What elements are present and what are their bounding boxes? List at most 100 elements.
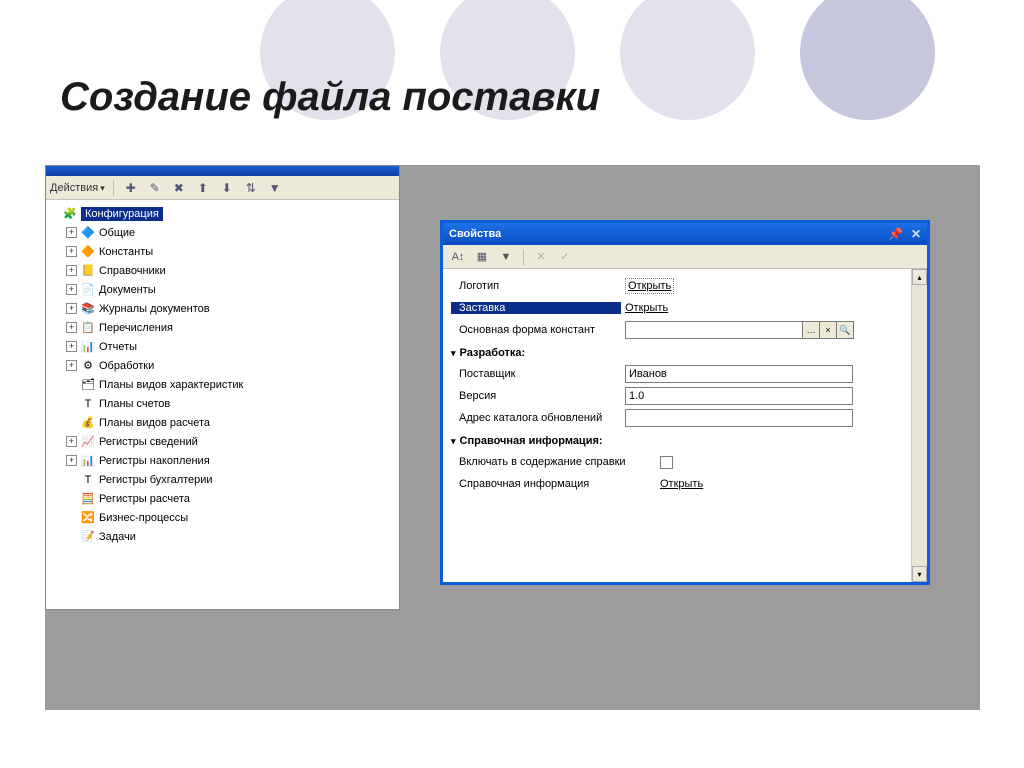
categorize-icon[interactable]: ▦ [473, 248, 491, 266]
tree-item[interactable]: +📄Документы [48, 280, 397, 299]
edit-icon[interactable]: ✎ [146, 179, 164, 197]
apply-icon: ✓ [556, 248, 574, 266]
prop-label: Справочная информация [451, 478, 656, 490]
tree-item[interactable]: 📝Задачи [48, 527, 397, 546]
scroll-up[interactable]: ▴ [912, 269, 927, 285]
tree-item[interactable]: +📊Регистры накопления [48, 451, 397, 470]
tree-item-label: Перечисления [99, 322, 173, 334]
config-tree: 🧩 Конфигурация +🔷Общие+🔶Константы+📒Справ… [46, 200, 399, 550]
include-help-checkbox[interactable] [660, 456, 673, 469]
up-icon[interactable]: ⬆ [194, 179, 212, 197]
lookup-button[interactable]: 🔍 [836, 321, 854, 339]
open-link[interactable]: Открыть [625, 278, 674, 294]
tree-item-label: Справочники [99, 265, 166, 277]
configuration-panel: Действия ✚ ✎ ✖ ⬆ ⬇ ⇅ ▼ 🧩 Конфигурация +🔷… [45, 165, 400, 610]
down-icon[interactable]: ⬇ [218, 179, 236, 197]
catalog-input[interactable] [625, 409, 853, 427]
tree-item[interactable]: +📊Отчеты [48, 337, 397, 356]
filter-icon[interactable]: ▼ [497, 248, 515, 266]
expander-icon[interactable]: + [66, 227, 77, 238]
browse-button[interactable]: … [802, 321, 820, 339]
tree-item[interactable]: +📈Регистры сведений [48, 432, 397, 451]
tree-item-icon: 📊 [80, 339, 96, 355]
prop-row-version: Версия [451, 385, 903, 407]
tree-item[interactable]: +📋Перечисления [48, 318, 397, 337]
config-icon: 🧩 [62, 206, 78, 222]
tree-root[interactable]: 🧩 Конфигурация [48, 204, 397, 223]
constform-input[interactable] [625, 321, 803, 339]
prop-row-supplier: Поставщик [451, 363, 903, 385]
tree-item-label: Общие [99, 227, 135, 239]
tree-item[interactable]: +🔷Общие [48, 223, 397, 242]
tree-item[interactable]: +📚Журналы документов [48, 299, 397, 318]
section-label: Справочная информация: [460, 435, 603, 447]
filter-icon[interactable]: ▼ [266, 179, 284, 197]
sort-alpha-icon[interactable]: A↕ [449, 248, 467, 266]
expander-icon[interactable]: + [66, 265, 77, 276]
tree-item-label: Регистры сведений [99, 436, 198, 448]
prop-row-constform: Основная форма констант … × 🔍 [451, 319, 903, 341]
tree-item[interactable]: ТПланы счетов [48, 394, 397, 413]
actions-menu[interactable]: Действия [50, 182, 105, 194]
tree-item[interactable]: +📒Справочники [48, 261, 397, 280]
expander-icon[interactable]: + [66, 341, 77, 352]
expander-icon[interactable]: + [66, 284, 77, 295]
tree-item[interactable]: +⚙Обработки [48, 356, 397, 375]
tree-item-label: Журналы документов [99, 303, 210, 315]
tree-item[interactable]: 🔀Бизнес-процессы [48, 508, 397, 527]
tree-item-icon: 📒 [80, 263, 96, 279]
decorative-circle [800, 0, 935, 120]
open-link[interactable]: Открыть [625, 302, 668, 314]
section-help[interactable]: ▾ Справочная информация: [451, 431, 903, 451]
separator [523, 249, 524, 265]
screenshot-area: Действия ✚ ✎ ✖ ⬆ ⬇ ⇅ ▼ 🧩 Конфигурация +🔷… [45, 165, 980, 710]
sort-icon[interactable]: ⇅ [242, 179, 260, 197]
pin-icon[interactable]: 📌 [888, 227, 903, 241]
tree-item-label: Константы [99, 246, 153, 258]
expander-icon[interactable]: + [66, 303, 77, 314]
tree-item-label: Планы видов расчета [99, 417, 210, 429]
expander-icon[interactable]: + [66, 455, 77, 466]
section-label: Разработка: [460, 347, 526, 359]
tree-item-label: Планы счетов [99, 398, 170, 410]
tree-item[interactable]: 🧮Регистры расчета [48, 489, 397, 508]
scrollbar[interactable]: ▴ ▾ [911, 269, 927, 582]
tree-item-label: Регистры накопления [99, 455, 210, 467]
chevron-down-icon: ▾ [451, 436, 456, 447]
tree-item-label: Задачи [99, 531, 136, 543]
close-icon[interactable]: ✕ [911, 227, 921, 241]
tree-item[interactable]: +🔶Константы [48, 242, 397, 261]
slide-title: Создание файла поставки [60, 75, 600, 120]
expander-icon[interactable]: + [66, 360, 77, 371]
expander-icon[interactable]: + [66, 436, 77, 447]
tree-item-icon: 📋 [80, 320, 96, 336]
tree-item-icon: 📈 [80, 434, 96, 450]
tree-item-label: Документы [99, 284, 156, 296]
prop-label: Адрес каталога обновлений [451, 412, 621, 424]
add-icon[interactable]: ✚ [122, 179, 140, 197]
open-link[interactable]: Открыть [660, 478, 703, 490]
prop-row-help-info: Справочная информация Открыть [451, 473, 903, 495]
tree-item[interactable]: ТРегистры бухгалтерии [48, 470, 397, 489]
tree-item-label: Обработки [99, 360, 154, 372]
expander-icon[interactable]: + [66, 246, 77, 257]
properties-content: Логотип Открыть Заставка Открыть Основна… [443, 269, 911, 582]
tree-item-icon: 📝 [80, 529, 96, 545]
tree-item-icon: 🧮 [80, 491, 96, 507]
section-development[interactable]: ▾ Разработка: [451, 343, 903, 363]
supplier-input[interactable] [625, 365, 853, 383]
tree-item[interactable]: 🗂Планы видов характеристик [48, 375, 397, 394]
tree-item-icon: Т [80, 472, 96, 488]
version-input[interactable] [625, 387, 853, 405]
tree-item-label: Отчеты [99, 341, 137, 353]
expander-icon[interactable]: + [66, 322, 77, 333]
properties-title: Свойства [449, 228, 501, 240]
clear-button[interactable]: × [819, 321, 837, 339]
prop-row-logo: Логотип Открыть [451, 275, 903, 297]
prop-row-splash: Заставка Открыть [451, 297, 903, 319]
tree-item[interactable]: 💰Планы видов расчета [48, 413, 397, 432]
delete-icon[interactable]: ✖ [170, 179, 188, 197]
scroll-down[interactable]: ▾ [912, 566, 927, 582]
tree-item-icon: ⚙ [80, 358, 96, 374]
tree-item-icon: 📄 [80, 282, 96, 298]
